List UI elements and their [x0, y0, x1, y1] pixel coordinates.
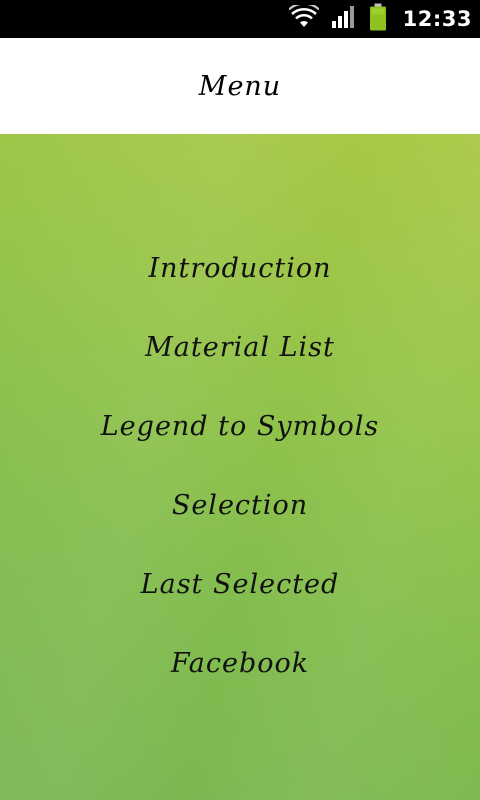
page-title: Menu — [198, 70, 282, 102]
status-time: 12:33 — [402, 7, 472, 31]
menu-item-last-selected[interactable]: Last Selected — [0, 558, 480, 610]
title-bar: Menu — [0, 38, 480, 134]
wifi-icon — [287, 2, 320, 33]
status-icons: 12:33 — [287, 0, 472, 38]
menu-item-material-list[interactable]: Material List — [0, 321, 480, 373]
menu-item-facebook[interactable]: Facebook — [0, 637, 480, 689]
menu-item-legend-to-symbols[interactable]: Legend to Symbols — [0, 400, 480, 452]
signal-icon — [331, 5, 357, 33]
menu-item-selection[interactable]: Selection — [0, 479, 480, 531]
battery-icon — [369, 3, 387, 35]
status-bar: 12:33 — [0, 0, 480, 38]
menu-list: Introduction Material List Legend to Sym… — [0, 134, 480, 800]
menu-item-introduction[interactable]: Introduction — [0, 242, 480, 294]
app-screen: 12:33 Menu Introduction Material List Le… — [0, 0, 480, 800]
